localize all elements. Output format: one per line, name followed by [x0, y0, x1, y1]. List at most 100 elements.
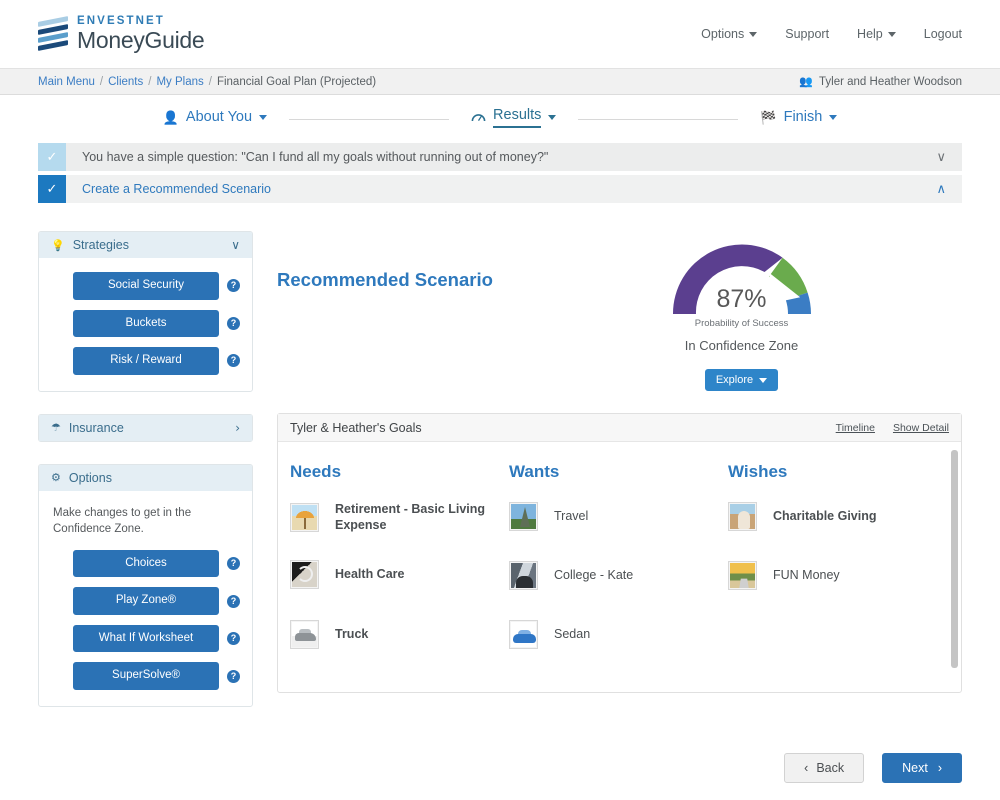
goals-scrollbar-thumb[interactable]	[951, 450, 958, 668]
accordion-recommended-scenario[interactable]: ✓ Create a Recommended Scenario ∧	[38, 175, 962, 203]
step-results[interactable]: Results	[471, 107, 557, 132]
chevron-down-icon[interactable]: ∨	[936, 151, 946, 164]
next-button[interactable]: Next ›	[882, 753, 962, 783]
goal-item-health-care[interactable]: Health Care	[290, 560, 509, 590]
chevron-down-icon	[829, 114, 838, 120]
goals-columns: Needs Retirement - Basic Living Expense …	[278, 442, 961, 692]
help-icon[interactable]: ?	[227, 594, 240, 608]
topnav-item-logout[interactable]: Logout	[924, 27, 962, 41]
charity-thumbnail-icon	[728, 502, 757, 531]
step-finish[interactable]: 🏁 Finish	[760, 109, 838, 129]
breadcrumb-item-clients[interactable]: Clients	[108, 76, 143, 88]
envestnet-logo-icon	[38, 16, 68, 51]
breadcrumb-separator: /	[148, 75, 152, 88]
umbrella-icon: ☂	[51, 422, 61, 434]
risk-reward-button[interactable]: Risk / Reward	[73, 347, 219, 375]
breadcrumb-item-main-menu[interactable]: Main Menu	[38, 76, 95, 88]
step-label: Finish	[783, 109, 823, 125]
panel-insurance[interactable]: ☂ Insurance ›	[38, 413, 253, 442]
person-icon: 👤	[162, 109, 179, 125]
back-button[interactable]: ‹ Back	[784, 753, 865, 783]
step-label: Results	[493, 107, 542, 128]
chevron-right-icon[interactable]: ›	[235, 421, 240, 435]
gauge-icon	[471, 111, 486, 124]
topnav-label: Support	[785, 27, 830, 41]
accordion-header[interactable]: Create a Recommended Scenario ∧	[66, 175, 962, 203]
chevron-down-icon	[259, 114, 268, 120]
goal-column-heading: Needs	[290, 462, 342, 481]
goals-card-title: Tyler & Heather's Goals	[290, 420, 422, 435]
accordion-simple-question[interactable]: ✓ You have a simple question: "Can I fun…	[38, 143, 962, 171]
buckets-button[interactable]: Buckets	[73, 309, 219, 337]
goal-column-needs: Needs Retirement - Basic Living Expense …	[290, 462, 509, 670]
panel-insurance-header[interactable]: ☂ Insurance ›	[39, 414, 252, 441]
explore-button[interactable]: Explore	[704, 369, 779, 391]
gauge-icon-svg	[471, 113, 486, 121]
panel-title: Strategies	[72, 238, 129, 252]
panel-title: Insurance	[68, 420, 124, 435]
goal-label: Truck	[335, 626, 369, 641]
goal-item-travel[interactable]: Travel	[509, 502, 728, 531]
supersolve-button[interactable]: SuperSolve®	[73, 662, 219, 690]
goal-item-sedan[interactable]: Sedan	[509, 620, 728, 649]
plan-stepper: 👤 About You Results 🏁 Finish	[0, 95, 1000, 139]
chevron-down-icon	[759, 377, 768, 383]
brand-line-1: ENVESTNET	[77, 14, 165, 27]
topnav-item-support[interactable]: Support	[785, 27, 829, 41]
chevron-down-icon[interactable]: ∨	[231, 238, 240, 252]
help-icon[interactable]: ?	[227, 669, 240, 683]
beach-umbrella-thumbnail-icon	[290, 503, 319, 533]
page-title: Recommended Scenario	[277, 269, 493, 290]
road-sunset-thumbnail-icon	[728, 561, 757, 590]
breadcrumb-item-my-plans[interactable]: My Plans	[156, 76, 203, 88]
goals-scrollbar[interactable]	[951, 448, 958, 676]
help-icon[interactable]: ?	[227, 557, 240, 571]
goal-item-college-kate[interactable]: College - Kate	[509, 561, 728, 590]
timeline-link[interactable]: Timeline	[836, 422, 875, 434]
results-content: Recommended Scenario 87% Probability of …	[277, 231, 962, 729]
panel-strategies-header[interactable]: 💡 Strategies ∨	[39, 232, 252, 258]
back-label: Back	[816, 761, 845, 775]
choices-button[interactable]: Choices	[73, 549, 219, 578]
what-if-worksheet-button[interactable]: What If Worksheet	[73, 624, 219, 653]
topnav-item-help[interactable]: Help	[857, 27, 896, 41]
help-icon[interactable]: ?	[227, 354, 240, 368]
goal-column-heading: Wishes	[728, 462, 788, 481]
goal-item-fun-money[interactable]: FUN Money	[728, 561, 947, 590]
play-zone-button[interactable]: Play Zone®	[73, 587, 219, 615]
panel-options-body: Make changes to get in the Confidence Zo…	[39, 491, 252, 706]
confidence-zone-status: In Confidence Zone	[684, 338, 799, 353]
goal-item-truck[interactable]: Truck	[290, 620, 509, 650]
goal-item-charitable-giving[interactable]: Charitable Giving	[728, 502, 947, 531]
show-detail-link[interactable]: Show Detail	[893, 422, 949, 434]
client-indicator[interactable]: 👥 Tyler and Heather Woodson	[799, 75, 962, 89]
goal-label: Sedan	[554, 626, 591, 641]
options-note: Make changes to get in the Confidence Zo…	[53, 506, 192, 536]
topnav-label: Help	[857, 27, 883, 41]
panel-options-header[interactable]: ⚙ Options	[39, 464, 252, 491]
accordion-header[interactable]: You have a simple question: "Can I fund …	[66, 143, 962, 171]
chevron-up-icon[interactable]: ∧	[936, 183, 946, 196]
option-row-what-if-worksheet: What If Worksheet ?	[51, 624, 240, 653]
topnav-item-options[interactable]: Options	[701, 27, 758, 41]
eiffel-tower-thumbnail-icon	[509, 502, 538, 531]
truck-thumbnail-icon	[290, 620, 319, 650]
lightbulb-icon: 💡	[51, 239, 65, 252]
help-icon[interactable]: ?	[227, 632, 240, 646]
step-about-you[interactable]: 👤 About You	[162, 109, 268, 129]
sedan-thumbnail-icon	[509, 620, 538, 649]
goal-item-retirement[interactable]: Retirement - Basic Living Expense	[290, 502, 509, 533]
help-icon[interactable]: ?	[227, 316, 240, 330]
gear-icon: ⚙	[51, 472, 61, 484]
gauge-value: 87%	[716, 285, 767, 313]
goals-card: Tyler & Heather's Goals Timeline Show De…	[277, 413, 962, 693]
stepper-connector	[289, 118, 450, 120]
social-security-button[interactable]: Social Security	[73, 272, 219, 300]
brand-logo[interactable]: ENVESTNET MoneyGuide	[38, 14, 205, 53]
breadcrumb: Main Menu / Clients / My Plans / Financi…	[38, 76, 376, 88]
help-icon[interactable]: ?	[227, 279, 240, 293]
panel-strategies-body: Social Security ? Buckets ? Risk / Rewar…	[39, 258, 252, 391]
accordion-label: Create a Recommended Scenario	[82, 182, 271, 196]
goal-column-heading: Wants	[509, 462, 560, 481]
chevron-down-icon	[548, 114, 557, 120]
